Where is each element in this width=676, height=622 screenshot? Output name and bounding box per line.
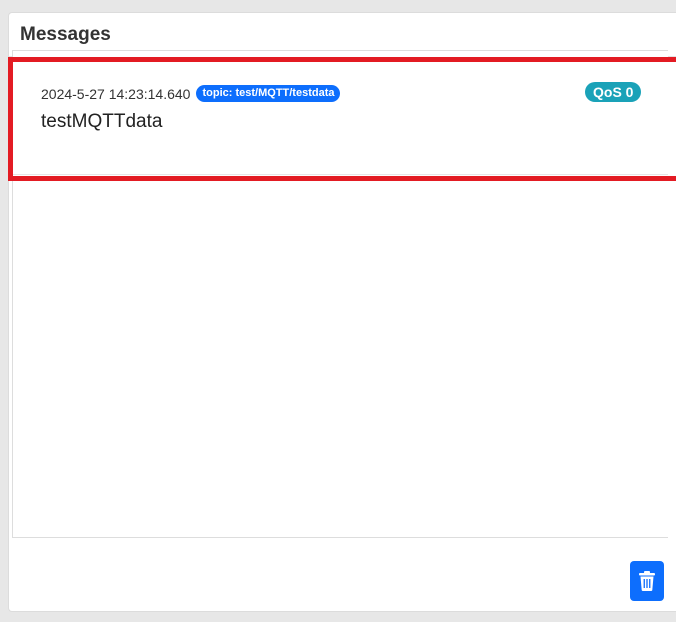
message-payload: testMQTTdata [41, 111, 163, 132]
topic-badge: topic: test/MQTT/testdata [196, 85, 341, 102]
message-meta: 2024-5-27 14:23:14.640 topic: test/MQTT/… [41, 85, 341, 102]
trash-icon [639, 571, 655, 591]
clear-messages-button[interactable] [630, 561, 664, 601]
message-list[interactable]: 2024-5-27 14:23:14.640 topic: test/MQTT/… [12, 50, 668, 538]
messages-screen: Messages 2024-5-27 14:23:14.640 topic: t… [0, 0, 676, 622]
message-timestamp: 2024-5-27 14:23:14.640 [41, 85, 191, 102]
message-item[interactable]: 2024-5-27 14:23:14.640 topic: test/MQTT/… [13, 51, 668, 175]
panel-title: Messages [20, 24, 111, 45]
qos-badge: QoS 0 [585, 82, 642, 102]
